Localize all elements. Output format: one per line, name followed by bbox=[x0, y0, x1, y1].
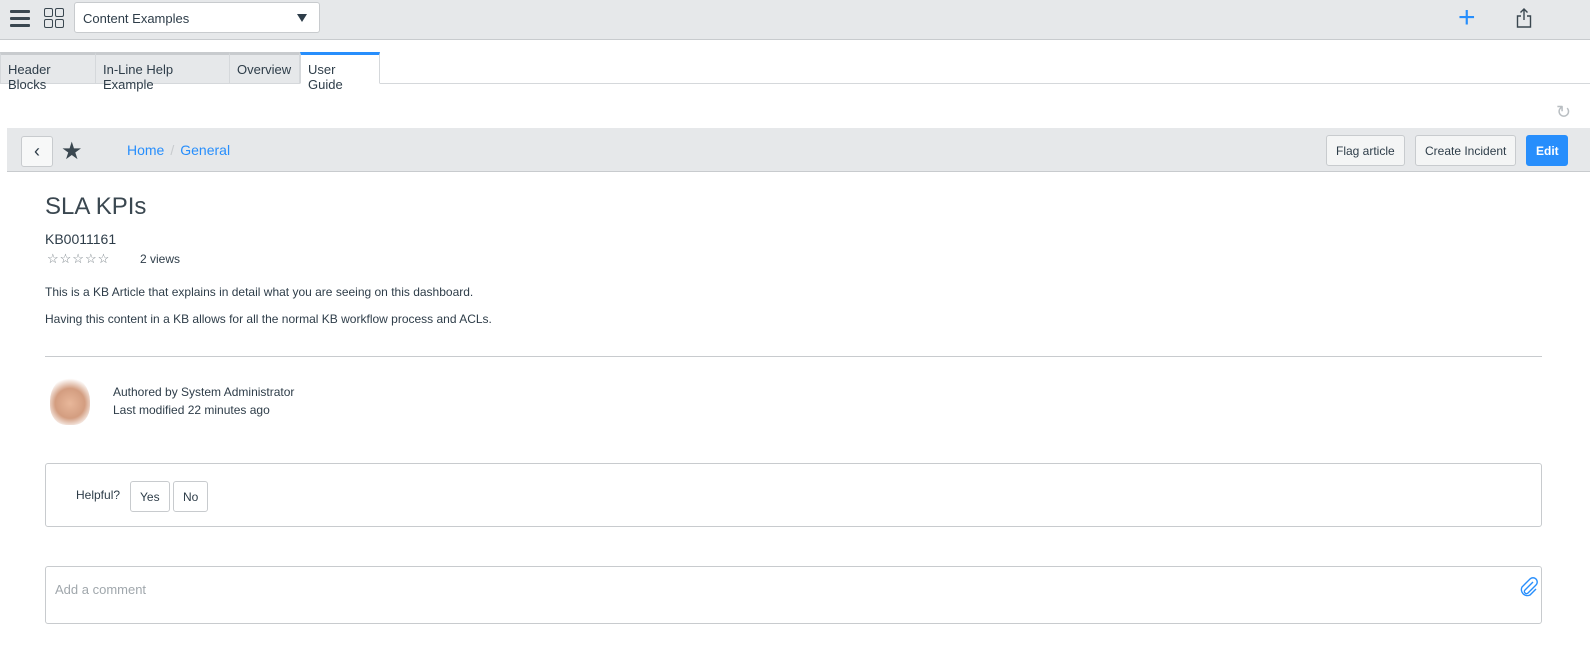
paperclip-icon[interactable] bbox=[1518, 576, 1538, 598]
yes-button[interactable]: Yes bbox=[130, 481, 170, 512]
tab-overview[interactable]: Overview bbox=[229, 52, 300, 84]
article-paragraph: Having this content in a KB allows for a… bbox=[45, 312, 492, 326]
tab-user-guide[interactable]: User Guide bbox=[300, 52, 380, 92]
article-title: SLA KPIs bbox=[45, 193, 147, 220]
page-selector[interactable]: Content Examples bbox=[74, 2, 320, 33]
article-paragraph: This is a KB Article that explains in de… bbox=[45, 285, 474, 299]
divider bbox=[45, 356, 1542, 357]
tab-header-blocks[interactable]: Header Blocks bbox=[0, 52, 96, 92]
breadcrumb-home[interactable]: Home bbox=[127, 142, 164, 158]
no-button[interactable]: No bbox=[173, 481, 209, 512]
grid-icon[interactable] bbox=[44, 8, 64, 28]
plus-icon[interactable]: + bbox=[1458, 3, 1476, 33]
author-avatar bbox=[50, 377, 90, 425]
breadcrumb: Home / General bbox=[127, 142, 230, 158]
top-bar: Content Examples + bbox=[0, 0, 1590, 40]
edit-button[interactable]: Edit bbox=[1526, 135, 1568, 166]
helpful-panel: Helpful? Yes No bbox=[45, 463, 1542, 527]
authored-by: Authored by System Administrator bbox=[113, 385, 295, 399]
helpful-label: Helpful? bbox=[76, 488, 121, 502]
last-modified: Last modified 22 minutes ago bbox=[113, 403, 270, 417]
tab-bar: Header Blocks In-Line Help Example Overv… bbox=[0, 52, 1590, 92]
hamburger-menu-icon[interactable] bbox=[10, 10, 30, 28]
star-icon[interactable]: ★ bbox=[61, 137, 83, 166]
create-incident-button[interactable]: Create Incident bbox=[1415, 135, 1517, 166]
tab-inline-help-example[interactable]: In-Line Help Example bbox=[95, 52, 230, 92]
share-icon[interactable] bbox=[1516, 8, 1532, 28]
breadcrumb-separator: / bbox=[170, 142, 175, 158]
caret-down-icon bbox=[297, 14, 307, 22]
view-count: 2 views bbox=[140, 252, 181, 266]
rating-stars[interactable]: ☆☆☆☆☆ bbox=[47, 251, 110, 267]
article-number: KB0011161 bbox=[45, 231, 117, 247]
back-button[interactable]: ‹ bbox=[21, 136, 53, 167]
breadcrumb-bar: ‹ ★ Home / General Flag article Create Inc… bbox=[7, 128, 1590, 172]
breadcrumb-general[interactable]: General bbox=[180, 142, 230, 158]
refresh-icon[interactable]: ↻ bbox=[1556, 102, 1571, 123]
author-info: Authored by System Administrator Last mo… bbox=[113, 383, 294, 419]
flag-article-button[interactable]: Flag article bbox=[1326, 135, 1405, 166]
page-selector-value: Content Examples bbox=[83, 11, 190, 26]
comment-input[interactable]: Add a comment bbox=[45, 566, 1542, 624]
